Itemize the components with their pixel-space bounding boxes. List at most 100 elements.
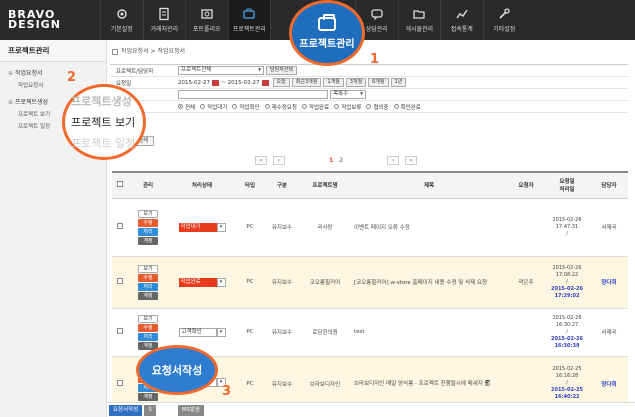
keyword-input[interactable]	[178, 90, 328, 99]
menu-item-portfolio[interactable]: 포트폴리오	[185, 0, 228, 40]
header-type: 타입	[236, 171, 264, 199]
row-title[interactable]: 이벤트 페이지 오류 수정	[350, 198, 508, 257]
wrench-icon	[499, 8, 510, 19]
menu-item-stats[interactable]: 접속통계	[440, 0, 483, 40]
status-select[interactable]: 작업대기 ▾	[178, 222, 226, 232]
range-1m-button[interactable]: 1개월	[323, 78, 344, 87]
view-button[interactable]: 보기	[138, 264, 158, 273]
annotation-3-highlight: 요청서작성	[136, 345, 218, 395]
row-manager: 서재국	[590, 308, 628, 357]
header-status: 처리상태	[168, 171, 236, 199]
menu-item-project[interactable]: 프로젝트관리	[227, 0, 270, 40]
radio-discuss[interactable]: 협의중	[366, 103, 389, 111]
first-page-button[interactable]: «	[255, 156, 267, 165]
main-menu: 기본설정 거래처관리 포트폴리오 프로젝트관리 상담관리 게시물관리 접속통계	[100, 0, 635, 40]
range-6m-button[interactable]: 6개월	[368, 78, 389, 87]
annotation-2-text-bottom: 프로젝트 일정	[71, 137, 136, 150]
chevron-down-icon: ▾	[216, 277, 226, 287]
page-2[interactable]: 2	[339, 157, 343, 164]
edit-button[interactable]: 수정	[138, 218, 158, 227]
date-from-field[interactable]: 2015-02-27	[178, 80, 210, 86]
prev-page-button[interactable]: ‹	[273, 156, 285, 165]
header-manage: 관리	[128, 171, 168, 199]
chart-icon	[456, 9, 468, 19]
edit-button[interactable]: 수정	[138, 323, 158, 332]
manager-select-button[interactable]: 담당자선택	[266, 66, 298, 75]
annotation-3-number: 3	[222, 384, 232, 399]
radio-done[interactable]: 작업완료	[301, 103, 329, 111]
header-requester: 요청자	[508, 171, 544, 199]
home-icon[interactable]	[112, 48, 118, 55]
menu-label: 기타설정	[493, 26, 516, 33]
view-button[interactable]: 보기	[138, 314, 158, 323]
header-title: 제목	[350, 171, 508, 199]
project-select[interactable]: 프로젝트전체 ▾	[178, 66, 264, 75]
table-row[interactable]: 보기 수정 처리 계정 작업완료 ▾ PC 유지보수 코오롱힐커어 [코오롱힐커어] w-stor…	[112, 256, 628, 309]
menu-label: 포트폴리오	[192, 26, 221, 33]
filter-panel: 프로젝트/담당자 프로젝트전체 ▾ 담당자선택 요청일 2015-02-27 ~ …	[110, 64, 628, 113]
list-count-select[interactable]: 목록수 ▾	[330, 90, 366, 99]
radio-confirm[interactable]: 작업확인	[232, 103, 260, 111]
filter-label-date: 요청일	[116, 80, 132, 87]
menu-item-etc[interactable]: 기타설정	[482, 0, 526, 40]
view-button[interactable]: 보기	[138, 209, 158, 218]
range-1y-button[interactable]: 1년	[390, 78, 407, 87]
menu-label: 기본설정	[110, 26, 133, 33]
status-select[interactable]: 고객확인 ▾	[178, 327, 226, 337]
row-dates: 2015-02-26 17:08:22/2015-02-26 17:29:02	[544, 256, 590, 309]
radio-verified[interactable]: 확인완료	[393, 103, 421, 111]
row-project: 국사랑	[300, 198, 350, 257]
row-checkbox[interactable]	[112, 308, 128, 357]
menu-item-clients[interactable]: 거래처관리	[142, 0, 186, 40]
write-request-button[interactable]: 요청서작성	[109, 404, 143, 416]
annotation-2-text-top: 프로젝트생성	[71, 95, 132, 108]
status-select[interactable]: 작업완료 ▾	[178, 277, 226, 287]
annotation-2-highlight: 프로젝트생성 프로젝트 보기 프로젝트 일정	[62, 84, 146, 160]
range-3mo-button[interactable]: 3개월	[345, 78, 367, 87]
pagination: « ‹ 1 2 › »	[255, 156, 418, 165]
table-row[interactable]: 보기 수정 처리 계정 작업대기 ▾ PC 유지보수 국사랑 이벤트 페이지 오류 수정 2015-…	[112, 198, 628, 257]
radio-waiting[interactable]: 작업대기	[200, 103, 227, 111]
row-checkbox[interactable]	[112, 256, 128, 309]
annotation-2-text-main: 프로젝트 보기	[71, 116, 136, 129]
row-title[interactable]: [코오롱힐커어] w-store 홈페이지 내용 수정 및 삭제 요청	[350, 256, 508, 309]
process-button[interactable]: 처리	[138, 332, 158, 341]
menu-item-posts[interactable]: 게시물관리	[397, 0, 441, 40]
brand-logo[interactable]: BRAVO DESIGN	[0, 0, 100, 40]
sms-button-a[interactable]: S	[144, 404, 156, 416]
range-today-button[interactable]: 오늘	[272, 78, 290, 87]
chat-icon	[371, 9, 383, 21]
last-page-button[interactable]: »	[405, 156, 418, 165]
row-manager: 양다희	[590, 256, 628, 309]
calendar-icon[interactable]	[211, 79, 219, 86]
menu-label: 거래처관리	[150, 26, 179, 33]
row-checkbox[interactable]	[112, 198, 128, 257]
account-button[interactable]: 계정	[138, 236, 158, 245]
sms-send-button[interactable]: MS발송	[177, 404, 205, 416]
header-manager: 담당자	[590, 171, 628, 199]
row-title[interactable]: test	[350, 308, 508, 357]
header-dates: 요청일 처리일	[544, 171, 590, 199]
header-checkbox[interactable]	[112, 171, 128, 199]
header-project: 프로젝트명	[300, 171, 350, 199]
row-requester	[508, 198, 544, 257]
radio-hold[interactable]: 작업보류	[334, 103, 361, 111]
next-page-button[interactable]: ›	[387, 156, 400, 165]
radio-all[interactable]: 전체	[178, 103, 195, 111]
radio-revise[interactable]: 재수정요청	[264, 103, 297, 111]
process-button[interactable]: 처리	[138, 282, 158, 291]
document-icon	[159, 7, 169, 21]
row-category: 유지보수	[264, 256, 300, 309]
menu-item-settings[interactable]: 기본설정	[100, 0, 143, 40]
account-button[interactable]: 계정	[138, 291, 158, 300]
edit-button[interactable]: 수정	[138, 273, 158, 282]
date-to-field[interactable]: 2015-02-27	[228, 80, 260, 86]
account-button[interactable]: 계정	[138, 393, 158, 401]
sidebar-group-request[interactable]: 작업요청서	[0, 62, 106, 79]
page-1[interactable]: 1	[329, 157, 333, 164]
range-3m-button[interactable]: 최근3개월	[291, 78, 322, 87]
folder-icon	[413, 10, 425, 19]
calendar-icon[interactable]	[261, 79, 269, 86]
process-button[interactable]: 처리	[138, 227, 158, 236]
briefcase-icon	[318, 13, 336, 31]
